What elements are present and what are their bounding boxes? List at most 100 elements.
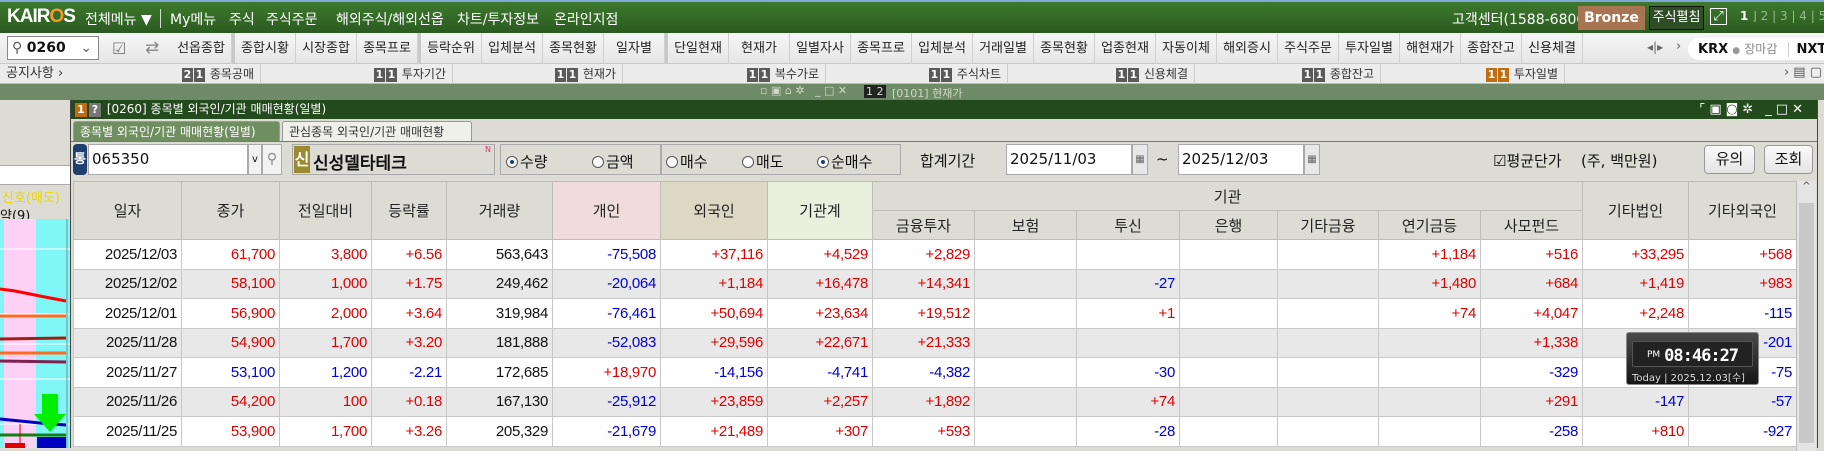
toolbar-button[interactable]: 등락순위 [421, 33, 482, 64]
copy-check-icon[interactable]: ☑ [112, 39, 126, 58]
avg-price-checkbox[interactable]: ☑평균단가 [1493, 150, 1562, 181]
header-change[interactable]: 전일대비 [279, 181, 372, 240]
date-to-input[interactable]: 2025/12/03 [1178, 144, 1304, 175]
header-inst-total[interactable]: 기관계 [767, 181, 873, 240]
toolbar-button[interactable]: 선옵종합 [171, 33, 232, 64]
screen-code-input[interactable]: ⚲ 0260 ⌄ [7, 36, 99, 60]
quick-tab[interactable]: 11 현재가 [549, 64, 623, 84]
stock-code-input[interactable]: 065350 [88, 144, 248, 175]
screen-5[interactable]: 5 [1819, 9, 1824, 23]
notice-button[interactable]: 유의 [1704, 145, 1755, 174]
window-titlebar[interactable]: 1? [0260] 종목별 외국인/기관 매매현황(일별) ⌜▣◙✲ _□✕ [71, 100, 1817, 119]
radio-net-buy[interactable]: 순매수 [817, 151, 872, 172]
tab-stock-daily[interactable]: 종목별 외국인/기관 매매현황(일별) [73, 121, 280, 141]
search-icon[interactable]: ⚲ [262, 144, 282, 175]
toolbar-button[interactable]: 시장종합 [296, 33, 357, 64]
toolbar-button[interactable]: 단일현재 [668, 33, 729, 64]
menu-my[interactable]: My메뉴 [170, 9, 216, 29]
toolbar-button[interactable]: 투자일별 [1339, 33, 1400, 64]
quick-tab[interactable]: 11 종합잔고 [1296, 64, 1381, 84]
table-row[interactable]: 2025/12/02 58,100 1,000 +1.75 249,462 -20,064… [73, 268, 1797, 299]
grade-badge[interactable]: Bronze [1578, 6, 1645, 30]
toolbar-button[interactable]: 종목현황 [1034, 33, 1095, 64]
toolbar-button[interactable]: 해현재가 [1400, 33, 1461, 64]
radio-amount[interactable]: 금액 [592, 151, 634, 172]
pin-window-icon[interactable]: ⌜ [1699, 102, 1709, 117]
header-foreign[interactable]: 외국인 [660, 181, 768, 240]
toolbar-button[interactable]: 종목프로 [851, 33, 912, 64]
header-other-foreign[interactable]: 기타외국인 [1688, 181, 1797, 240]
table-row[interactable]: 2025/11/25 53,900 1,700 +3.26 205,329 -21,679… [73, 416, 1797, 447]
radio-sell[interactable]: 매도 [742, 151, 784, 172]
chevron-down-icon[interactable]: v [248, 144, 262, 175]
radio-buy[interactable]: 매수 [666, 151, 708, 172]
query-button[interactable]: 조회 [1764, 145, 1813, 174]
header-other-corp[interactable]: 기타법인 [1582, 181, 1689, 240]
quick-tab[interactable]: 11 투자기간 [368, 64, 453, 84]
header-rate[interactable]: 등락률 [371, 181, 447, 240]
minimize-icon[interactable]: _ [1765, 102, 1776, 117]
header-bank[interactable]: 은행 [1179, 210, 1278, 240]
toolbar-button[interactable]: 종목현황 [543, 33, 604, 64]
link-icon[interactable]: ▣ [1709, 102, 1725, 117]
menu-all[interactable]: 전체메뉴 ▼ [85, 9, 152, 29]
date-from-input[interactable]: 2025/11/03 [1006, 144, 1132, 175]
scroll-arrows-icon[interactable]: ◂|▸ [1647, 40, 1663, 54]
radio-net-buy-dot[interactable] [817, 156, 829, 168]
vertical-scrollbar[interactable]: ^ [1796, 181, 1816, 451]
toolbar-button[interactable]: 일별자사 [790, 33, 851, 64]
menu-chart-info[interactable]: 차트/투자정보 [457, 9, 539, 29]
menu-overseas[interactable]: 해외주식/해외선옵 [336, 9, 444, 29]
radio-quantity-dot[interactable] [506, 156, 518, 168]
quick-tab[interactable]: 21 종목공매 [176, 64, 261, 84]
close-icon[interactable]: ✕ [1792, 102, 1807, 117]
toolbar-button[interactable]: 신용체결 [1522, 33, 1583, 64]
menu-stock-order[interactable]: 주식주문 [266, 9, 318, 29]
screen-switcher[interactable]: 1 ⌋ 2 | 3 | 4 | 5 [1740, 9, 1824, 23]
menu-stock[interactable]: 주식 [229, 9, 255, 29]
background-window-titlebar[interactable]: 1 2 [0101] 현재가 ▫ ▣ ⌂ ✲ _ □ ✕ [0, 84, 1824, 100]
header-fin-invest[interactable]: 금융투자 [872, 210, 975, 240]
checkbox-checked-icon[interactable]: ☑ [1493, 152, 1506, 170]
table-row[interactable]: 2025/11/27 53,100 1,200 -2.21 172,685 +18,970… [73, 357, 1797, 388]
tab-row-nav-icon[interactable]: › ▤ ▢ [1784, 65, 1822, 80]
header-private-fund[interactable]: 사모펀드 [1480, 210, 1583, 240]
toolbar-button[interactable]: 일자별 [604, 33, 665, 64]
radio-buy-dot[interactable] [666, 156, 678, 168]
refresh-icon[interactable]: ⇄ [145, 38, 159, 58]
table-row[interactable]: 2025/11/28 54,900 1,700 +3.20 181,888 -52,083… [73, 327, 1797, 358]
toolbar-button[interactable]: 종합잔고 [1461, 33, 1522, 64]
table-row[interactable]: 2025/12/01 56,900 2,000 +3.64 319,984 -76,461… [73, 298, 1797, 329]
radio-sell-dot[interactable] [742, 156, 754, 168]
toolbar-button[interactable]: 종목프로 [357, 33, 418, 64]
quick-tab[interactable]: 11 투자일별 [1480, 64, 1565, 84]
expand-stock-button[interactable]: 주식펼침 [1649, 6, 1704, 30]
screen-4[interactable]: 4 [1799, 9, 1807, 23]
quick-tab[interactable]: 11 주식차트 [923, 64, 1008, 84]
maximize-icon[interactable]: □ [1776, 102, 1792, 117]
calendar-icon[interactable]: ▦ [1132, 144, 1148, 175]
header-individual[interactable]: 개인 [552, 181, 661, 240]
scroll-up-icon[interactable]: ^ [1797, 181, 1816, 192]
window-number-badge[interactable]: 1 [75, 102, 87, 117]
toolbar-button[interactable]: 주식주문 [1278, 33, 1339, 64]
header-insurance[interactable]: 보험 [974, 210, 1077, 240]
header-volume[interactable]: 거래량 [446, 181, 553, 240]
quick-tab[interactable]: 11 복수가로 [741, 64, 826, 84]
screen-3[interactable]: 3 [1780, 9, 1788, 23]
gear-icon[interactable]: ✲ [1742, 102, 1757, 117]
customer-center[interactable]: 고객센터(1588-6800) [1452, 9, 1591, 29]
camera-icon[interactable]: ◙ [1726, 102, 1743, 117]
fullscreen-icon[interactable]: ⤢ [1710, 8, 1727, 25]
toolbar-button[interactable]: 자동이체 [1156, 33, 1217, 64]
calendar-icon[interactable]: ▦ [1304, 144, 1320, 175]
toolbar-button[interactable]: 종합시황 [235, 33, 296, 64]
toolbar-button[interactable]: 입체분석 [912, 33, 973, 64]
scrollbar-thumb[interactable] [1799, 203, 1814, 443]
menu-online-branch[interactable]: 온라인지점 [554, 9, 618, 29]
header-trust[interactable]: 투신 [1076, 210, 1180, 240]
header-pension[interactable]: 연기금등 [1378, 210, 1481, 240]
toolbar-button[interactable]: 거래일별 [973, 33, 1034, 64]
table-row[interactable]: 2025/12/03 61,700 3,800 +6.56 563,643 -75,508… [73, 239, 1797, 270]
help-badge[interactable]: ? [89, 102, 101, 117]
